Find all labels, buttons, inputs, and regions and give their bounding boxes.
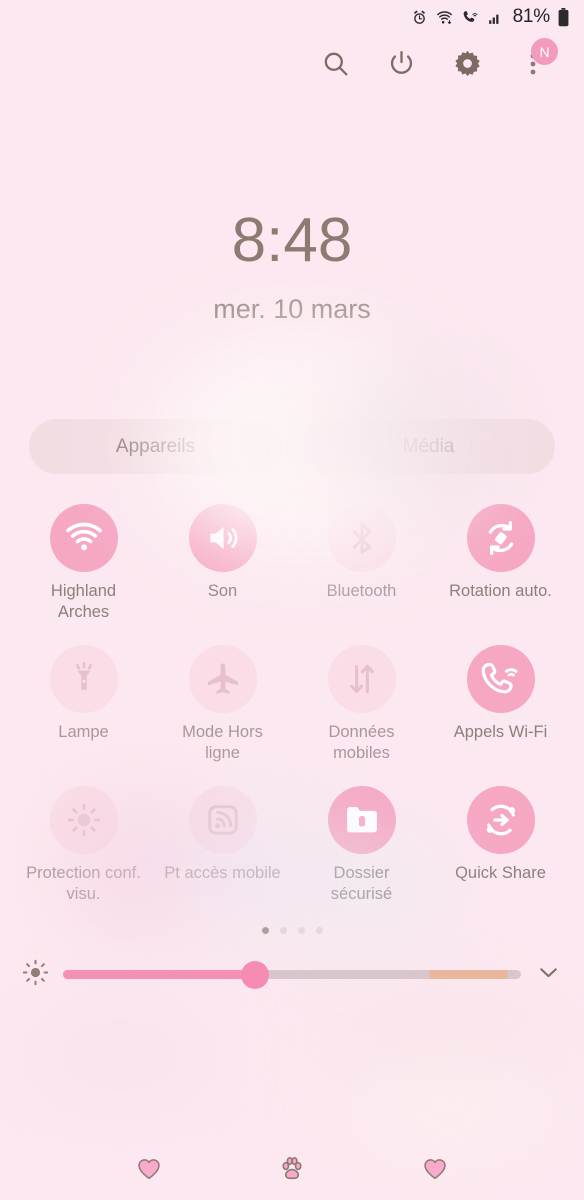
notification-badge: N bbox=[531, 38, 558, 65]
nav-recents-button[interactable] bbox=[127, 1149, 171, 1189]
nav-home-button[interactable] bbox=[270, 1149, 314, 1189]
gear-icon bbox=[454, 50, 480, 76]
paw-icon bbox=[282, 1156, 302, 1180]
power-icon bbox=[390, 50, 412, 74]
brightness-slider[interactable] bbox=[63, 960, 521, 989]
brightness-thumb[interactable] bbox=[241, 960, 270, 989]
blurred-wallpaper bbox=[0, 0, 584, 1200]
more-options-button[interactable]: N bbox=[518, 38, 558, 78]
heart-icon bbox=[138, 1159, 161, 1180]
navigation-bar bbox=[0, 1138, 584, 1200]
brightness-fill bbox=[63, 970, 256, 980]
nav-back-button[interactable] bbox=[413, 1149, 457, 1189]
quick-settings-panel: 81% N 8:48 mer. 10 mars Highland Arches … bbox=[0, 0, 584, 1200]
search-icon bbox=[324, 52, 348, 76]
search-button[interactable] bbox=[320, 48, 350, 78]
heart-icon bbox=[423, 1159, 446, 1180]
power-button[interactable] bbox=[386, 48, 416, 78]
settings-button[interactable] bbox=[452, 48, 482, 78]
